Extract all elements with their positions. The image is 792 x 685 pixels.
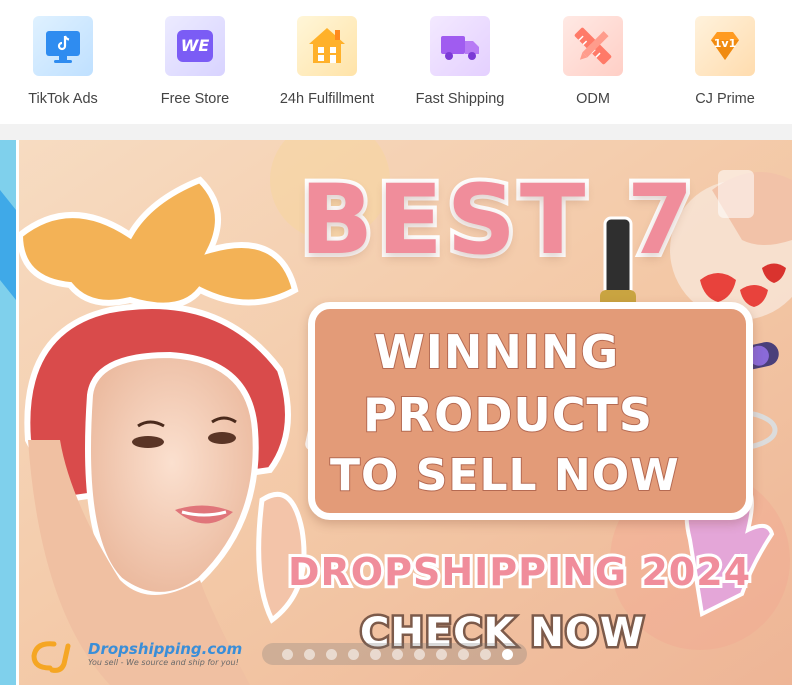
nav-item-label: Fast Shipping <box>415 91 505 107</box>
carousel-dot[interactable] <box>458 649 469 660</box>
nav-item-24h-fulfillment[interactable]: 24h Fulfillment <box>272 16 382 116</box>
carousel-dot[interactable] <box>480 649 491 660</box>
tagline-line-1: WINNING <box>373 324 620 380</box>
nav-item-label: Free Store <box>160 91 230 107</box>
carousel-dot[interactable] <box>370 649 381 660</box>
tagline-line-3: TO SELL NOW <box>329 449 680 502</box>
nav-item-tiktok-ads[interactable]: TikTok Ads <box>8 16 118 116</box>
nav-item-odm[interactable]: ODM <box>538 16 648 116</box>
we-store-glyph: WE <box>180 36 210 55</box>
nav-item-cj-prime[interactable]: 1v1 CJ Prime <box>670 16 780 116</box>
carousel-dot[interactable] <box>304 649 315 660</box>
carousel-dot[interactable] <box>392 649 403 660</box>
carousel-dot[interactable] <box>436 649 447 660</box>
nav-item-label: TikTok Ads <box>28 91 98 107</box>
nav-item-free-store[interactable]: WE Free Store <box>140 16 250 116</box>
nav-item-label: CJ Prime <box>695 91 755 107</box>
section-divider <box>0 124 792 140</box>
ruler-pencil-icon <box>563 16 623 76</box>
tagline-line-2: PRODUCTS <box>362 387 654 443</box>
cj-logo-icon <box>31 641 71 673</box>
tiktok-monitor-icon <box>33 16 93 76</box>
carousel-dot[interactable] <box>502 649 513 660</box>
house-icon <box>297 16 357 76</box>
logo-brand-name: Dropshipping.com <box>88 640 243 658</box>
delivery-truck-icon <box>430 16 490 76</box>
carousel-dot[interactable] <box>348 649 359 660</box>
quick-nav-bar: TikTok Ads WE Free Store 24h Fulfillment <box>0 0 792 124</box>
nav-item-label: ODM <box>576 91 610 107</box>
nav-item-label: 24h Fulfillment <box>279 91 375 107</box>
promo-banner[interactable]: BEST 7 WINNING PRODUCTS TO SELL NOW DROP… <box>0 140 792 685</box>
carousel-pagination <box>262 643 527 665</box>
banner-subheadline: DROPSHIPPING 2024 <box>285 547 753 597</box>
carousel-dot[interactable] <box>326 649 337 660</box>
carousel-dot[interactable] <box>414 649 425 660</box>
prime-badge-icon: 1v1 <box>695 16 755 76</box>
carousel-dot[interactable] <box>282 649 293 660</box>
prime-badge-text: 1v1 <box>713 37 737 50</box>
dropshipping-logo[interactable]: Dropshipping.com You sell - We source an… <box>28 638 242 674</box>
nav-item-fast-shipping[interactable]: Fast Shipping <box>405 16 515 116</box>
banner-headline: BEST 7 <box>296 164 698 276</box>
logo-slogan: You sell - We source and ship for you! <box>88 658 239 667</box>
we-store-icon: WE <box>165 16 225 76</box>
